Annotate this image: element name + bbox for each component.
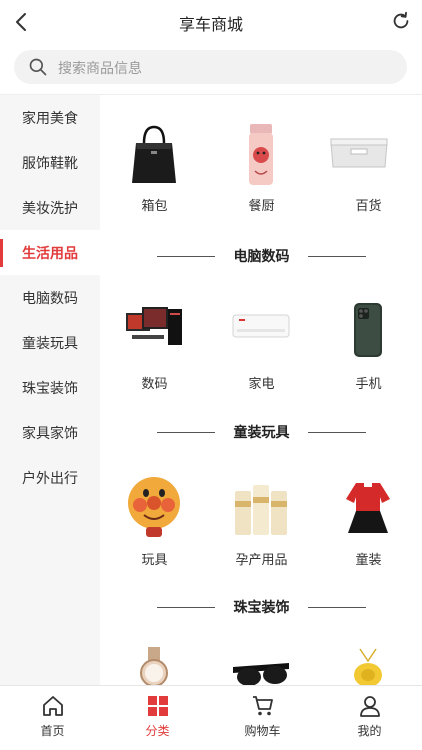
title-line-right [308,432,366,433]
sidebar-item-label: 家用美食 [22,111,78,127]
sidebar-item-label: 家具家饰 [22,426,78,442]
active-indicator [0,239,3,267]
section-title-text: 童装玩具 [233,425,290,441]
section-title-text: 电脑数码 [233,249,290,265]
sidebar-item-label: 服饰鞋靴 [22,156,78,172]
category-item[interactable]: 童装 [315,475,422,575]
tab-home[interactable]: 首页 [0,686,105,750]
sidebar-item-label: 户外出行 [22,471,78,487]
category-item[interactable]: 百货 [315,121,422,221]
tab-label: 我的 [357,724,382,738]
section-title-jewelry: 珠宝装饰 [101,597,422,619]
category-item[interactable] [101,647,208,685]
air-conditioner-image [232,314,290,338]
category-item-label: 数码 [141,377,168,392]
category-content: 箱包 餐厨 百货 电脑数码 数码 家电 手机 童装玩具 玩具 孕产用品 童装 珠… [101,95,422,685]
sidebar-item-outdoor[interactable]: 户外出行 [0,455,100,500]
title-line-right [308,256,366,257]
category-item[interactable]: 数码 [101,299,208,399]
sidebar-item-beauty[interactable]: 美妆洗护 [0,185,100,230]
category-item-label: 童装 [355,553,382,568]
category-item-label: 餐厨 [248,199,275,214]
search-bar[interactable]: 搜索商品信息 [14,50,407,84]
gold-pendant-image [354,648,382,685]
category-item[interactable] [315,647,422,685]
sidebar-item-label: 美妆洗护 [22,201,78,217]
tab-cart[interactable]: 购物车 [210,686,315,750]
milk-powder-image [235,485,287,535]
sidebar-item-label: 珠宝装饰 [22,381,78,397]
section-title-digital: 电脑数码 [101,246,422,268]
storage-box-image [330,138,388,168]
smartphone-image [354,303,382,357]
category-item-label: 玩具 [141,553,168,568]
category-icon [148,696,168,716]
tab-profile[interactable]: 我的 [317,686,422,750]
category-item[interactable]: 手机 [315,299,422,399]
category-item[interactable]: 玩具 [101,475,208,575]
category-item-label: 百货 [355,199,382,214]
sidebar-item-label: 童装玩具 [22,336,78,352]
category-item[interactable]: 家电 [208,299,315,399]
category-item[interactable]: 箱包 [101,121,208,221]
sidebar-item-label: 电脑数码 [22,291,78,307]
sidebar-item-daily-goods[interactable]: 生活用品 [0,230,100,275]
bottom-tab-bar: 首页 分类 购物车 我的 [0,685,422,750]
category-item-label: 孕产用品 [235,553,288,568]
category-item[interactable]: 餐厨 [208,121,315,221]
page-title: 享车商城 [178,15,243,34]
category-sidebar: 家用美食 服饰鞋靴 美妆洗护 生活用品 电脑数码 童装玩具 珠宝装饰 家具家饰 … [0,95,100,685]
tab-label: 分类 [145,724,170,738]
user-icon [360,696,380,717]
category-item-label: 箱包 [141,199,168,214]
handbag-image [132,125,176,183]
category-item-label: 手机 [355,377,382,392]
home-icon [43,696,63,716]
watch-image [140,647,168,685]
title-line-right [308,607,366,608]
sidebar-item-digital[interactable]: 电脑数码 [0,275,100,320]
top-bar: 享车商城 [0,0,422,44]
category-item[interactable] [208,647,315,685]
tab-category[interactable]: 分类 [105,686,210,750]
sidebar-item-furniture[interactable]: 家具家饰 [0,410,100,455]
sidebar-item-kids-toys[interactable]: 童装玩具 [0,320,100,365]
sidebar-item-label: 生活用品 [22,246,78,262]
search-icon [29,58,47,76]
sidebar-item-apparel[interactable]: 服饰鞋靴 [0,140,100,185]
sunglasses-image [233,663,289,685]
thermos-cup-image [249,124,273,185]
tab-label: 首页 [40,724,65,738]
computer-set-image [126,307,182,345]
cart-icon [253,696,273,716]
sidebar-item-jewelry[interactable]: 珠宝装饰 [0,365,100,410]
section-title-kids-toys: 童装玩具 [101,422,422,444]
toy-face-image [128,477,180,537]
tab-label: 购物车 [244,724,281,738]
kids-dress-image [346,483,390,533]
refresh-icon[interactable] [390,10,412,32]
search-placeholder[interactable]: 搜索商品信息 [58,58,142,78]
category-item-label: 家电 [248,377,275,392]
sidebar-item-home-food[interactable]: 家用美食 [0,95,100,140]
category-item[interactable]: 孕产用品 [208,475,315,575]
section-title-text: 珠宝装饰 [233,600,290,616]
